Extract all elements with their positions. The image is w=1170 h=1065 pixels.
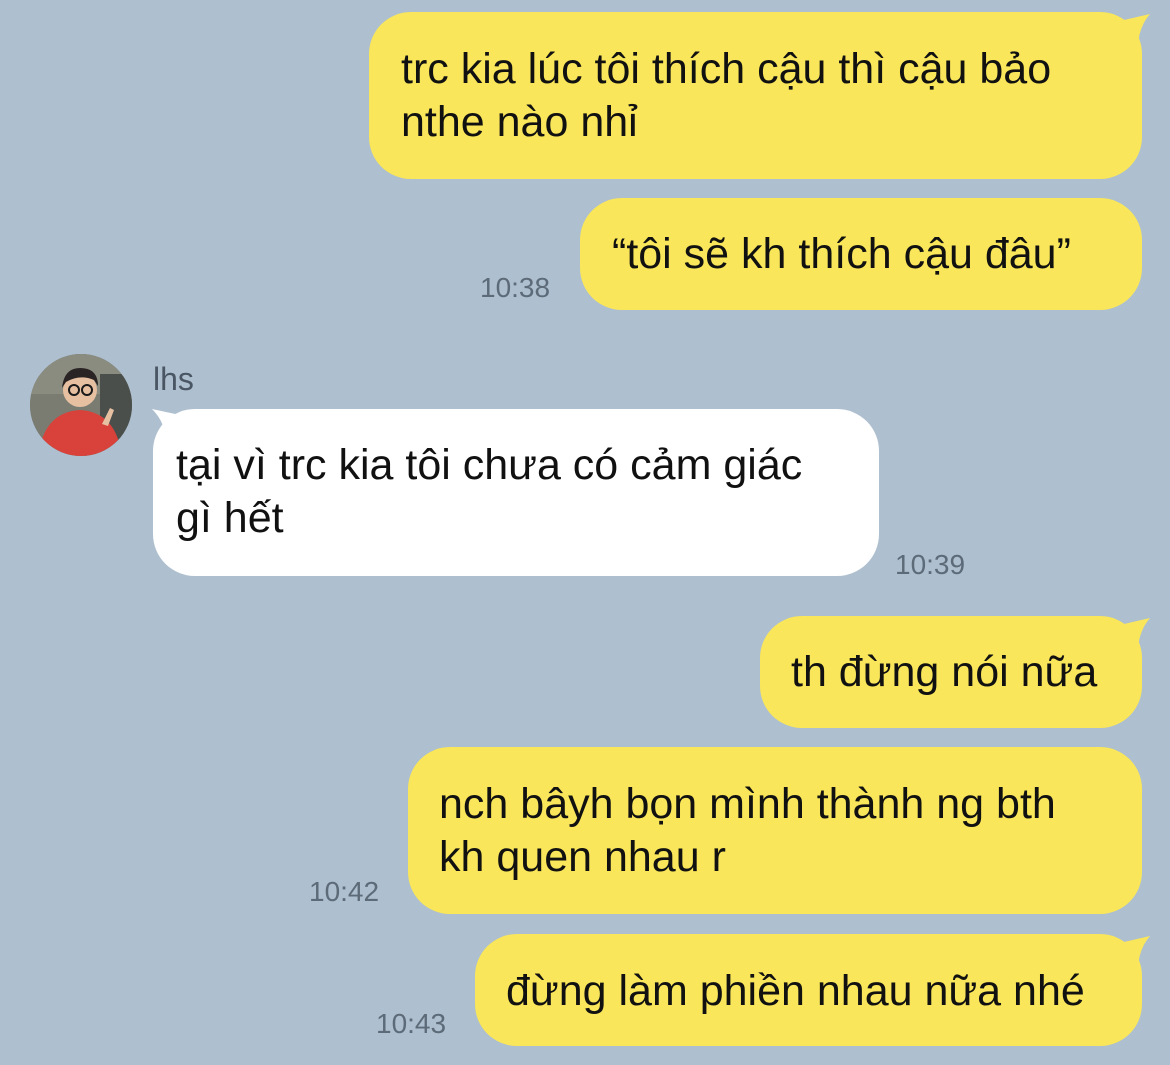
message-time: 10:42 <box>309 876 380 907</box>
message-time: 10:38 <box>480 272 551 303</box>
avatar-photo-icon <box>30 354 132 456</box>
message-text-line: đừng làm phiền nhau nữa nhé <box>506 967 1085 1015</box>
message-bubble-outgoing[interactable]: nch bâyh bọn mình thành ng bth kh quen n… <box>408 747 1142 914</box>
message-time: 10:43 <box>376 1008 447 1039</box>
message-bubble-outgoing[interactable]: “tôi sẽ kh thích cậu đâu” <box>580 198 1142 310</box>
message-text-line: gì hết <box>176 494 284 542</box>
bubble-tail-outgoing <box>1124 618 1150 652</box>
message-bubble-outgoing[interactable]: th đừng nói nữa <box>760 616 1142 728</box>
bubble-tail-outgoing <box>1124 936 1150 970</box>
message-bubble-incoming[interactable]: tại vì trc kia tôi chưa có cảm giác gì h… <box>153 409 879 576</box>
message-text-line: tại vì trc kia tôi chưa có cảm giác <box>176 441 803 489</box>
message-text-line: nthe nào nhỉ <box>401 98 638 146</box>
message-time: 10:39 <box>895 549 966 580</box>
contact-avatar[interactable] <box>30 354 132 456</box>
message-text-line: nch bâyh bọn mình thành ng bth <box>439 780 1056 828</box>
message-bubble-outgoing[interactable]: đừng làm phiền nhau nữa nhé <box>475 934 1142 1046</box>
message-text-line: “tôi sẽ kh thích cậu đâu” <box>612 230 1071 278</box>
sender-name: lhs <box>153 361 194 397</box>
bubble-tail-outgoing <box>1124 14 1150 48</box>
message-text-line: th đừng nói nữa <box>791 648 1098 696</box>
message-text-line: trc kia lúc tôi thích cậu thì cậu bảo <box>401 45 1052 93</box>
message-text-line: kh quen nhau r <box>439 833 726 881</box>
message-bubble-outgoing[interactable]: trc kia lúc tôi thích cậu thì cậu bảo nt… <box>369 12 1142 179</box>
